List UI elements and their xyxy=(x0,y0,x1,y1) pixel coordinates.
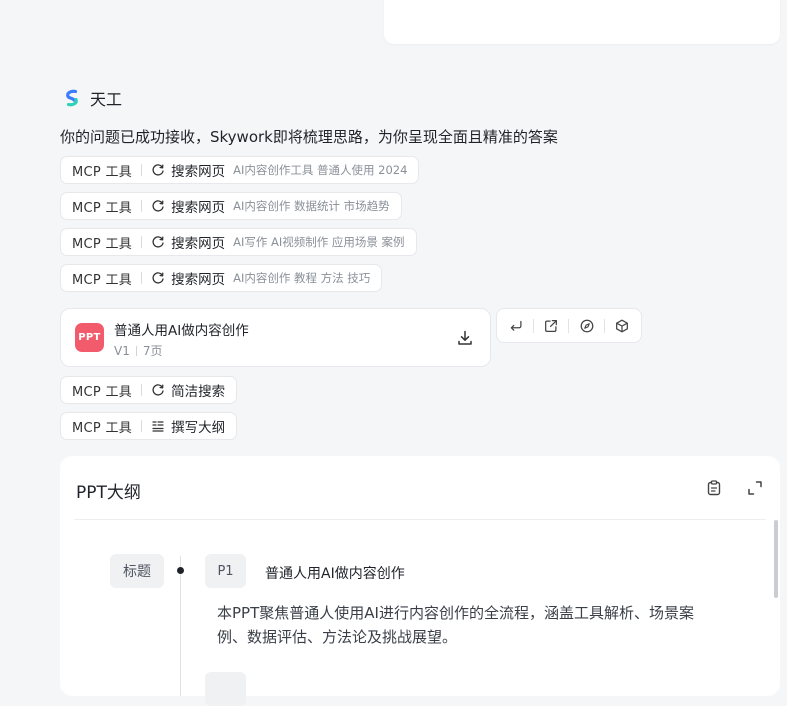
tool-label: MCP 工具 xyxy=(72,164,133,180)
tool-label: MCP 工具 xyxy=(72,200,133,216)
search-query: AI内容创作工具 普通人使用 2024 xyxy=(233,163,408,177)
divider xyxy=(141,200,143,212)
ppt-file-icon: PPT xyxy=(75,323,104,352)
tool-action: 撰写大纲 xyxy=(171,420,226,436)
compass-icon[interactable] xyxy=(578,317,596,335)
agent-intro-message: 你的问题已成功接收，Skywork即将梳理思路，为你呈现全面且精准的答案 xyxy=(60,128,558,146)
divider xyxy=(141,272,143,284)
divider xyxy=(135,345,137,356)
search-query: AI内容创作 教程 方法 技巧 xyxy=(233,271,371,285)
search-query: AI写作 AI视频制作 应用场景 案例 xyxy=(233,235,405,249)
ppt-file-meta: V1 7页 xyxy=(114,342,162,359)
expand-icon[interactable] xyxy=(746,479,764,497)
ppt-version: V1 xyxy=(114,343,130,358)
divider xyxy=(141,236,143,248)
spinner-icon xyxy=(151,199,165,213)
tool-label: MCP 工具 xyxy=(72,272,133,288)
timeline-dot xyxy=(177,567,184,574)
slide-description: 本PPT聚焦普通人使用AI进行内容创作的全流程，涵盖工具解析、场景案例、数据评估… xyxy=(217,604,694,646)
tool-call-chip[interactable]: MCP 工具 搜索网页 AI内容创作 教程 方法 技巧 xyxy=(60,264,383,292)
outline-level-tag: 标题 xyxy=(110,554,164,588)
download-icon[interactable] xyxy=(456,329,474,347)
divider xyxy=(533,318,535,333)
tool-label: MCP 工具 xyxy=(72,236,133,252)
divider xyxy=(141,384,143,396)
outline-list-icon xyxy=(151,419,165,433)
share-icon[interactable] xyxy=(542,317,560,335)
tool-action: 搜索网页 xyxy=(171,200,226,216)
outline-title: PPT大纲 xyxy=(76,483,141,503)
spinner-icon xyxy=(151,163,165,177)
user-message-bubble xyxy=(384,0,780,44)
tool-action: 搜索网页 xyxy=(171,164,226,180)
tool-action: 简洁搜索 xyxy=(171,384,226,400)
ppt-file-title: 普通人用AI做内容创作 xyxy=(114,323,249,339)
search-query: AI内容创作 数据统计 市场趋势 xyxy=(233,199,390,213)
spinner-icon xyxy=(151,271,165,285)
tool-call-chip[interactable]: MCP 工具 简洁搜索 xyxy=(60,376,238,404)
ppt-page-count: 7页 xyxy=(142,344,163,358)
divider xyxy=(568,318,570,333)
page-tag xyxy=(205,672,246,706)
tool-call-chip[interactable]: MCP 工具 搜索网页 AI写作 AI视频制作 应用场景 案例 xyxy=(60,228,417,256)
reply-icon[interactable] xyxy=(507,317,525,335)
timeline-line xyxy=(180,556,181,696)
divider xyxy=(603,318,605,333)
tool-action: 搜索网页 xyxy=(171,236,226,252)
divider xyxy=(74,519,766,520)
skywork-logo-icon xyxy=(66,89,78,107)
tool-call-chip[interactable]: MCP 工具 搜索网页 AI内容创作 数据统计 市场趋势 xyxy=(60,192,402,220)
tool-call-chip[interactable]: MCP 工具 搜索网页 AI内容创作工具 普通人使用 2024 xyxy=(60,156,420,184)
scrollbar[interactable] xyxy=(774,520,778,598)
divider xyxy=(141,420,143,432)
divider xyxy=(141,164,143,176)
tool-call-chip[interactable]: MCP 工具 撰写大纲 xyxy=(60,412,238,440)
ppt-outline-panel: PPT大纲 标题 P1 普通人用AI做内容创作 本PPT聚焦普通人使用AI进行内… xyxy=(60,456,780,706)
slide-title: 普通人用AI做内容创作 xyxy=(265,566,405,582)
tool-action: 搜索网页 xyxy=(171,272,226,288)
message-action-bar xyxy=(496,308,642,343)
page-tag: P1 xyxy=(205,554,246,588)
cube-icon[interactable] xyxy=(613,317,631,335)
agent-header: 天工 xyxy=(62,86,122,110)
spinner-icon xyxy=(151,383,165,397)
agent-name: 天工 xyxy=(90,90,123,109)
spinner-icon xyxy=(151,235,165,249)
ppt-file-card[interactable]: PPT 普通人用AI做内容创作 V1 7页 xyxy=(60,308,491,367)
clipboard-icon[interactable] xyxy=(705,479,723,497)
tool-label: MCP 工具 xyxy=(72,384,133,400)
tool-label: MCP 工具 xyxy=(72,420,133,436)
